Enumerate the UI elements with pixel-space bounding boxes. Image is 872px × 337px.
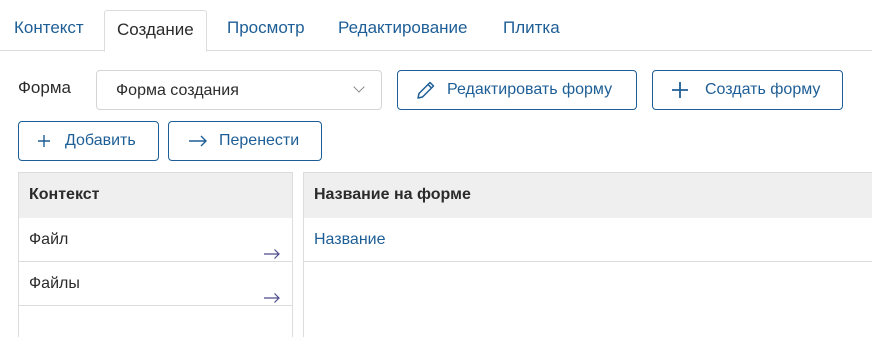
pencil-icon	[415, 79, 437, 101]
form-select-value: Форма создания	[116, 82, 239, 99]
tab-tile[interactable]: Плитка	[503, 0, 560, 51]
form-select[interactable]: Форма создания	[96, 70, 382, 110]
add-label: Добавить	[65, 132, 136, 149]
form-label: Форма	[18, 78, 71, 97]
context-panel-header: Контекст	[19, 173, 292, 218]
tab-context[interactable]: Контекст	[14, 0, 84, 51]
arrow-right-icon	[188, 134, 208, 148]
move-label: Перенести	[219, 132, 300, 149]
plus-icon	[37, 134, 51, 148]
chevron-down-icon	[353, 81, 365, 93]
arrow-right-icon[interactable]	[263, 278, 281, 303]
context-item-label: Файл	[29, 231, 69, 248]
context-panel: Контекст Файл Файлы	[18, 172, 293, 337]
create-form-button[interactable]: Создать форму	[652, 70, 843, 110]
tab-bar: Контекст Создание Просмотр Редактировани…	[0, 0, 872, 52]
edit-form-button[interactable]: Редактировать форму	[397, 70, 637, 110]
create-form-label: Создать форму	[705, 81, 821, 98]
context-item-files[interactable]: Файлы	[19, 262, 292, 306]
context-item-label: Файлы	[29, 275, 80, 292]
form-field-label: Название	[314, 231, 386, 248]
edit-form-label: Редактировать форму	[447, 81, 613, 98]
move-button[interactable]: Перенести	[168, 121, 322, 161]
form-fields-panel: Название на форме Название	[303, 172, 872, 337]
add-button[interactable]: Добавить	[18, 121, 159, 161]
context-item-file[interactable]: Файл	[19, 218, 292, 262]
tab-view[interactable]: Просмотр	[227, 0, 305, 51]
tab-edit[interactable]: Редактирование	[338, 0, 468, 51]
plus-icon	[670, 80, 690, 100]
arrow-right-icon[interactable]	[263, 234, 281, 259]
tab-create[interactable]: Создание	[104, 10, 207, 52]
form-fields-panel-header: Название на форме	[304, 173, 872, 218]
form-field-item[interactable]: Название	[304, 218, 872, 262]
